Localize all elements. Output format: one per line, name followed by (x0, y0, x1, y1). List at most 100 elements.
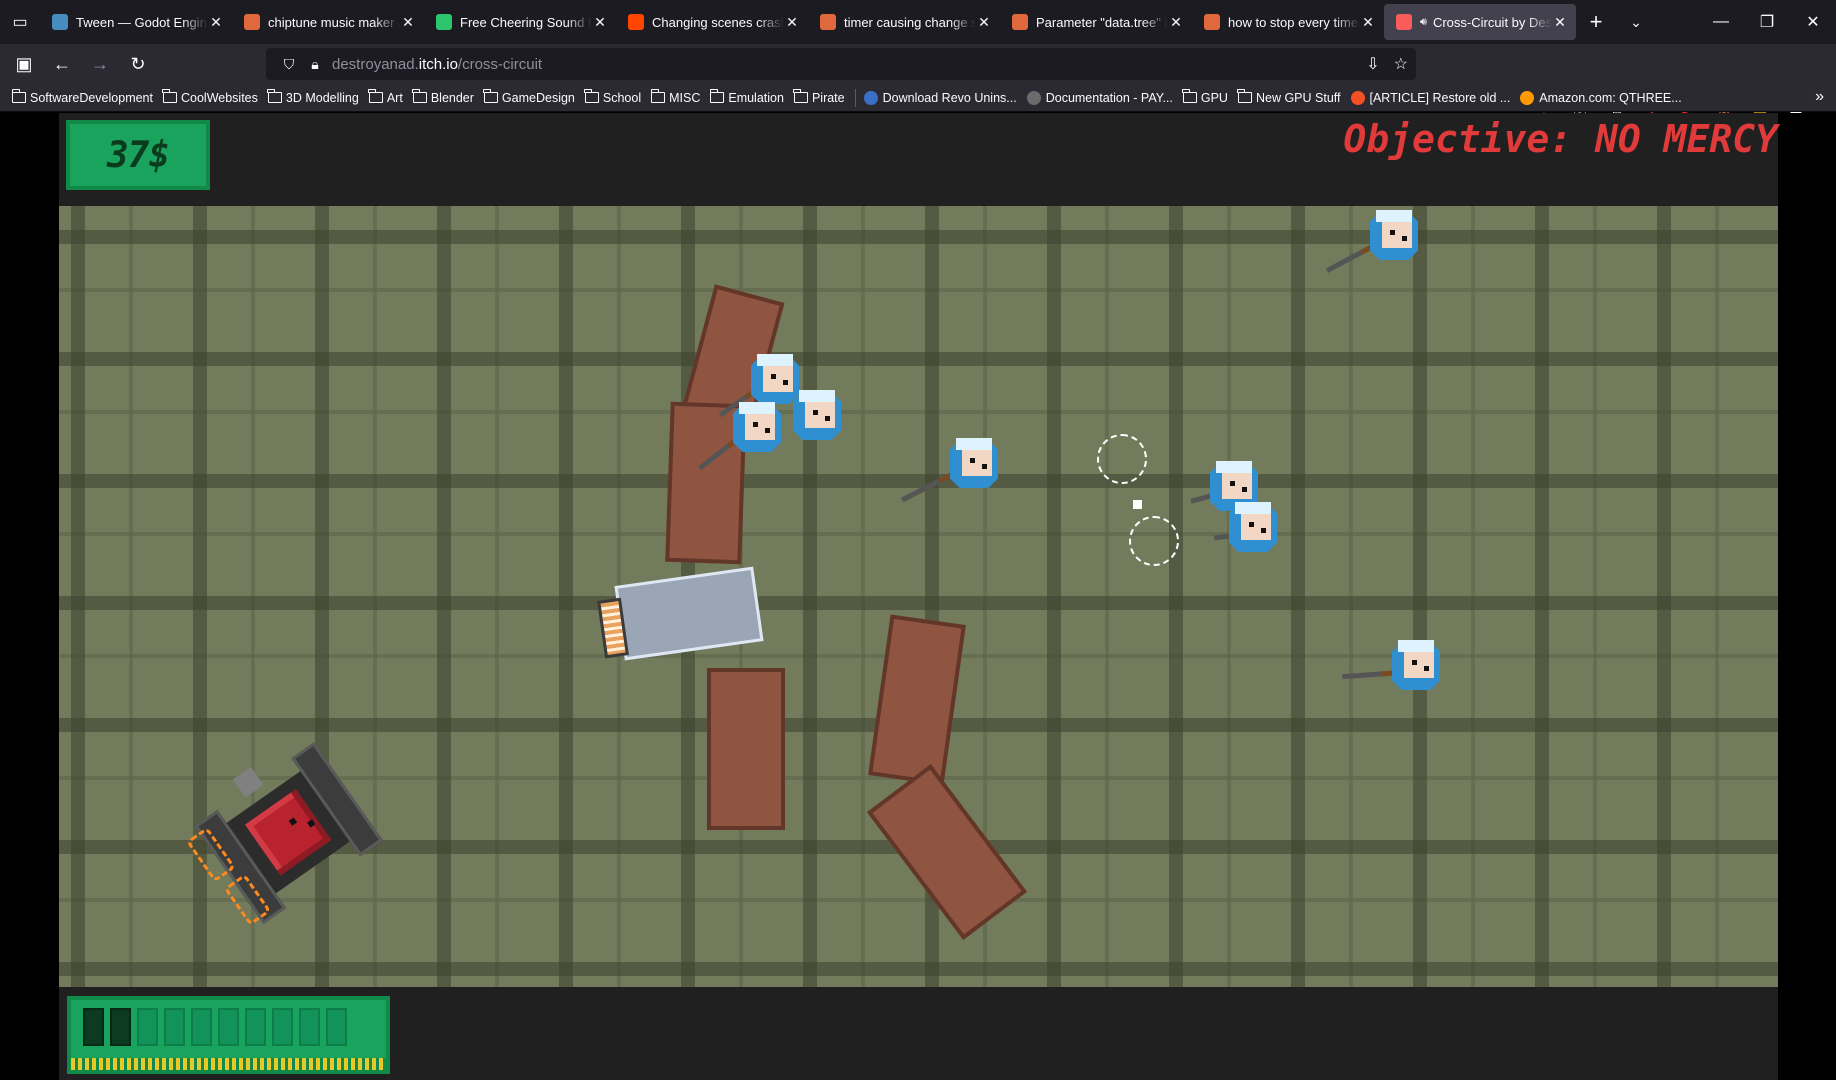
tab-close-icon[interactable]: ✕ (1168, 14, 1184, 30)
bookmark-label: Documentation - PAY... (1045, 90, 1173, 105)
money-counter: 37$ (66, 120, 210, 190)
tab-title: chiptune music maker at (268, 14, 400, 30)
bookmark-star-icon[interactable]: ☆ (1394, 54, 1408, 74)
tab-close-icon[interactable]: ✕ (400, 14, 416, 30)
soldier-cap (739, 402, 775, 414)
energy-cell (137, 1008, 158, 1046)
bookmark-label: New GPU Stuff (1255, 90, 1341, 105)
close-window-button[interactable]: ✕ (1790, 0, 1836, 44)
bookmarks-toolbar: SoftwareDevelopment CoolWebsites 3D Modell… (0, 84, 1836, 112)
browser-tab[interactable]: Parameter "data.tree" is n✕ (1000, 4, 1192, 40)
soldier-cap (799, 390, 835, 402)
soldier-eye (765, 428, 770, 433)
play-field[interactable] (59, 206, 1778, 987)
folder-icon (412, 89, 427, 103)
tab-close-icon[interactable]: ✕ (1552, 14, 1568, 30)
tab-audio-icon[interactable]: 🔊︎ (1420, 16, 1427, 29)
bookmark-item[interactable]: Documentation - PAY... (1026, 90, 1173, 105)
bookmark-folder[interactable]: Blender (412, 89, 474, 105)
bed-frame (614, 566, 764, 661)
browser-tab[interactable]: timer causing change sce✕ (808, 4, 1000, 40)
energy-cell (110, 1008, 131, 1046)
bookmark-label: Pirate (811, 90, 845, 105)
tab-close-icon[interactable]: ✕ (592, 14, 608, 30)
list-all-tabs-button[interactable]: ⌄ (1616, 4, 1656, 40)
enemy-soldier (789, 386, 845, 446)
game-canvas[interactable]: 37$ Objective: NO MERCY (59, 113, 1778, 1080)
bookmark-folder[interactable]: CoolWebsites (162, 89, 258, 105)
bookmark-item[interactable]: [ARTICLE] Restore old ... (1350, 90, 1510, 105)
browser-tab[interactable]: Tween — Godot Engine (✕ (40, 4, 232, 40)
brave-icon (1012, 14, 1028, 30)
restore-button[interactable]: ❐ (1744, 0, 1790, 44)
smoke-bubble (1097, 434, 1147, 484)
soldier-eye (753, 422, 758, 427)
more-bookmarks-chevron-icon[interactable]: » (1815, 88, 1824, 106)
player-tank[interactable] (185, 731, 392, 936)
bookmark-item[interactable]: Download Revo Unins... (863, 90, 1017, 105)
bookmark-folder[interactable]: Emulation (709, 89, 784, 105)
lock-icon[interactable]: 🔒︎ (302, 56, 328, 73)
enemy-soldier (1341, 636, 1444, 696)
soldier-eye (1412, 660, 1417, 665)
folder-icon (11, 89, 26, 103)
folder-icon (267, 89, 282, 103)
bookmark-label: CoolWebsites (180, 90, 258, 105)
address-bar[interactable]: ⛉ 🔒︎ destroyanad.itch.io/cross-circuit ⇩… (266, 48, 1416, 80)
browser-tab[interactable]: chiptune music maker at ✕ (232, 4, 424, 40)
bookmark-folder[interactable]: New GPU Stuff (1237, 89, 1341, 105)
tracking-protection-shield-icon[interactable]: ⛉ (276, 56, 302, 73)
bookmark-folder[interactable]: 3D Modelling (267, 89, 359, 105)
bookmark-item[interactable]: Amazon.com: QTHREE... (1520, 90, 1682, 105)
tab-close-icon[interactable]: ✕ (976, 14, 992, 30)
soldier-eye (783, 380, 788, 385)
install-page-icon[interactable]: ⇩ (1366, 54, 1379, 74)
site-favicon-icon (1520, 90, 1535, 105)
soldier-eye (1390, 230, 1395, 235)
bookmark-folder[interactable]: Pirate (793, 89, 845, 105)
browser-tab[interactable]: Changing scenes crashes✕ (616, 4, 808, 40)
bookmark-label: Art (386, 90, 403, 105)
bookmark-folder[interactable]: School (584, 89, 641, 105)
url-text[interactable]: destroyanad.itch.io/cross-circuit (332, 56, 542, 73)
soldier-face (1241, 514, 1271, 540)
browser-tab[interactable]: Free Cheering Sound Effe✕ (424, 4, 616, 40)
bookmark-label: GameDesign (501, 90, 575, 105)
reload-button[interactable]: ↻ (120, 48, 156, 80)
tab-close-icon[interactable]: ✕ (208, 14, 224, 30)
browser-tab[interactable]: 🔊︎ Cross-Circuit by Dest ✕ (1384, 4, 1576, 40)
tab-close-icon[interactable]: ✕ (784, 14, 800, 30)
bookmark-label: Download Revo Unins... (882, 90, 1017, 105)
sidebar-toggle-icon[interactable]: ▣ (6, 48, 42, 80)
bookmark-label: Blender (430, 90, 474, 105)
tab-title: Tween — Godot Engine ( (76, 14, 208, 30)
site-favicon-icon (1026, 90, 1041, 105)
bookmark-folder[interactable]: Art (368, 89, 403, 105)
energy-cell (299, 1008, 320, 1046)
window-controls: — ❐ ✕ (1698, 0, 1836, 44)
back-button[interactable]: ← (44, 48, 80, 80)
enemy-soldier (900, 434, 1002, 503)
new-tab-button[interactable]: + (1576, 4, 1616, 40)
soldier-cap (1216, 461, 1252, 473)
folder-icon (793, 89, 808, 103)
wooden-crate (866, 764, 1028, 940)
bookmark-label: MISC (669, 90, 701, 105)
itchio-icon (1396, 14, 1412, 30)
tab-title: Changing scenes crashes (652, 14, 784, 30)
bookmark-folder[interactable]: GPU (1182, 89, 1228, 105)
bookmark-list: SoftwareDevelopment CoolWebsites 3D Modell… (11, 88, 1692, 107)
browser-tab[interactable]: how to stop every timer c ✕ (1192, 4, 1384, 40)
bookmark-folder[interactable]: SoftwareDevelopment (11, 89, 153, 105)
soldier-face (1222, 473, 1252, 499)
tab-close-icon[interactable]: ✕ (1360, 14, 1376, 30)
folder-icon (1182, 89, 1197, 103)
brave-icon (820, 14, 836, 30)
bookmark-folder[interactable]: GameDesign (483, 89, 575, 105)
bookmark-folder[interactable]: MISC (650, 89, 701, 105)
reddit-icon (628, 14, 644, 30)
forward-button[interactable]: → (82, 48, 118, 80)
bookmark-label: SoftwareDevelopment (30, 90, 153, 105)
minimize-button[interactable]: — (1698, 0, 1744, 44)
firefox-view-button[interactable]: ▭ (0, 0, 40, 44)
